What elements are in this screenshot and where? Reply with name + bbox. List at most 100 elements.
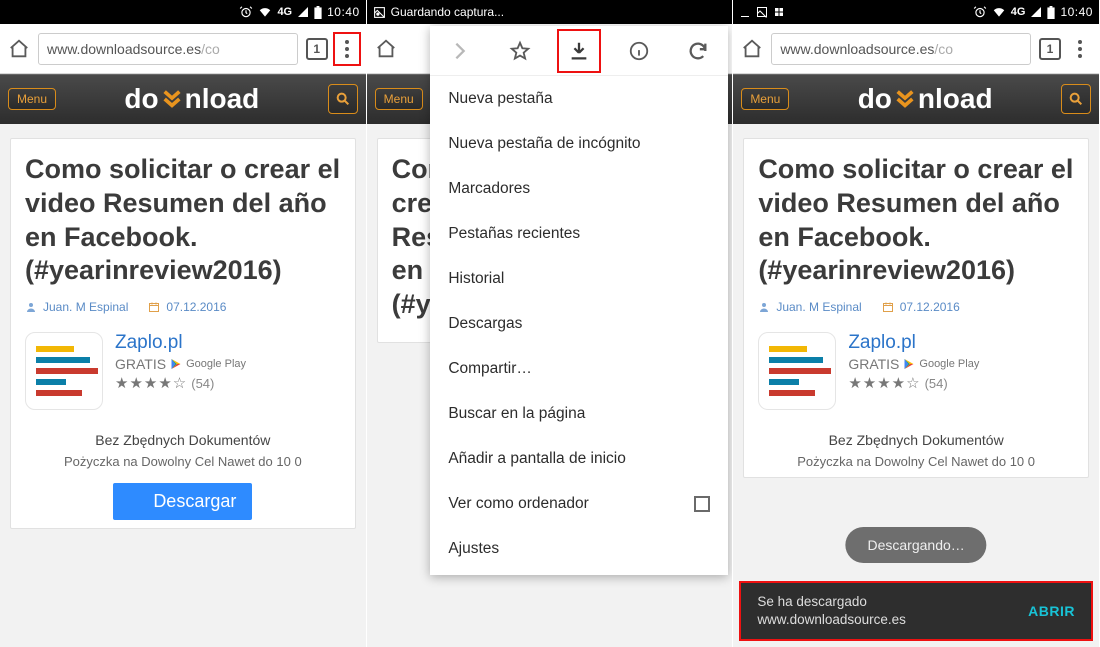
ad-title: Zaplo.pl [115, 332, 246, 354]
snackbar-text: Se ha descargado www.downloadsource.es [757, 593, 906, 629]
image-notif-icon [756, 6, 768, 18]
ad-tagline-2: Pożyczka na Dowolny Cel Nawet do 10 0 [758, 454, 1074, 469]
wifi-icon [258, 5, 272, 19]
tab-switcher[interactable]: 1 [306, 38, 328, 60]
google-play-icon [903, 358, 915, 370]
download-notif-icon [739, 6, 751, 18]
tab-switcher[interactable]: 1 [1039, 38, 1061, 60]
android-statusbar: 4G 10:40 [0, 0, 366, 24]
article-card: Como solicitar o crear el video Resumen … [10, 138, 356, 529]
network-type: 4G [277, 6, 292, 18]
status-caption: Guardando captura... [391, 5, 504, 19]
article-date: 07.12.2016 [166, 300, 226, 314]
home-icon[interactable] [375, 38, 397, 60]
home-icon[interactable] [8, 38, 30, 60]
article-card: Como solicitar o crear el video Resumen … [743, 138, 1089, 478]
article-title: Como solicitar o crear el video Resumen … [25, 153, 341, 288]
menu-history[interactable]: Historial [430, 256, 728, 301]
menu-recent-tabs[interactable]: Pestañas recientes [430, 211, 728, 256]
article-meta: Juan. M Espinal 07.12.2016 [758, 300, 1074, 314]
alarm-icon [239, 5, 253, 19]
signal-icon [1030, 6, 1042, 18]
site-menu-button[interactable]: Menu [741, 88, 789, 110]
home-icon[interactable] [741, 38, 763, 60]
ad-block[interactable]: Zaplo.pl GRATIS Google Play ★★★★☆(54) [25, 328, 341, 414]
ad-title: Zaplo.pl [848, 332, 979, 354]
menu-share[interactable]: Compartir… [430, 346, 728, 391]
checkbox-icon[interactable] [694, 496, 710, 512]
overflow-menu-icon[interactable] [1069, 35, 1091, 63]
chrome-toolbar: www.downloadsource.es/co 1 [733, 24, 1099, 74]
ad-price: GRATIS [848, 356, 899, 372]
ad-tagline-1: Bez Zbędnych Dokumentów [25, 432, 341, 448]
ad-tagline-1: Bez Zbędnych Dokumentów [758, 432, 1074, 448]
page-body: Como solicitar o crear el video Resumen … [0, 124, 366, 543]
forward-icon[interactable] [438, 29, 482, 73]
menu-find-in-page[interactable]: Buscar en la página [430, 391, 728, 436]
site-menu-button[interactable]: Menu [8, 88, 56, 110]
logo-chevron-icon [894, 87, 916, 111]
url-host: www.downloadsource.es [780, 41, 934, 57]
reload-icon[interactable] [676, 29, 720, 73]
chrome-overflow-menu: Nueva pestaña Nueva pestaña de incógnito… [430, 26, 728, 575]
site-header: Menu do nload [733, 74, 1099, 124]
url-path: /co [201, 41, 220, 57]
ad-app-icon [758, 332, 836, 410]
screenshot-3: 4G 10:40 www.downloadsource.es/co 1 Menu… [733, 0, 1100, 647]
ad-tagline-2: Pożyczka na Dowolny Cel Nawet do 10 0 [25, 454, 341, 469]
battery-icon [1047, 6, 1055, 19]
url-bar[interactable]: www.downloadsource.es/co [771, 33, 1031, 65]
url-host: www.downloadsource.es [47, 41, 201, 57]
site-logo[interactable]: do nload [797, 83, 1053, 115]
site-search-button[interactable] [328, 84, 358, 114]
menu-desktop-site[interactable]: Ver como ordenador [430, 481, 728, 526]
ad-store: Google Play [919, 358, 979, 370]
google-play-icon [170, 358, 182, 370]
info-icon[interactable] [617, 29, 661, 73]
downloading-toast: Descargando… [846, 527, 987, 563]
clock: 10:40 [327, 5, 360, 19]
download-icon [129, 494, 145, 510]
battery-icon [314, 6, 322, 19]
menu-bookmarks[interactable]: Marcadores [430, 166, 728, 211]
clock: 10:40 [1060, 5, 1093, 19]
site-logo[interactable]: do nload [64, 83, 320, 115]
misc-notif-icon [773, 6, 785, 18]
screenshot-2: Guardando captura... Menu Como so crear … [367, 0, 734, 647]
ad-rating: ★★★★☆(54) [115, 374, 246, 392]
article-title: Como solicitar o crear el video Resumen … [758, 153, 1074, 288]
overflow-menu-icon[interactable] [336, 35, 358, 63]
calendar-icon [148, 301, 160, 313]
screenshot-1: 4G 10:40 www.downloadsource.es/co 1 Menu… [0, 0, 367, 647]
menu-new-tab[interactable]: Nueva pestaña [430, 76, 728, 121]
author-icon [758, 301, 770, 313]
download-complete-snackbar: Se ha descargado www.downloadsource.es A… [739, 581, 1093, 641]
android-statusbar: 4G 10:40 [733, 0, 1099, 24]
ad-app-icon [25, 332, 103, 410]
menu-icon-row [430, 26, 728, 76]
article-author: Juan. M Espinal [776, 300, 861, 314]
article-author: Juan. M Espinal [43, 300, 128, 314]
download-page-icon[interactable] [557, 29, 601, 73]
ad-download-button[interactable]: Descargar [113, 483, 252, 520]
article-date: 07.12.2016 [900, 300, 960, 314]
ad-price: GRATIS [115, 356, 166, 372]
logo-chevron-icon [161, 87, 183, 111]
android-statusbar: Guardando captura... [367, 0, 733, 24]
bookmark-star-icon[interactable] [498, 29, 542, 73]
site-header: Menu do nload [0, 74, 366, 124]
menu-settings[interactable]: Ajustes [430, 526, 728, 571]
menu-add-to-home[interactable]: Añadir a pantalla de inicio [430, 436, 728, 481]
snackbar-open-button[interactable]: ABRIR [1028, 603, 1075, 619]
wifi-icon [992, 5, 1006, 19]
ad-block[interactable]: Zaplo.pl GRATIS Google Play ★★★★☆(54) [758, 328, 1074, 414]
menu-downloads[interactable]: Descargas [430, 301, 728, 346]
chrome-toolbar: www.downloadsource.es/co 1 [0, 24, 366, 74]
site-menu-button[interactable]: Menu [375, 88, 423, 110]
url-bar[interactable]: www.downloadsource.es/co [38, 33, 298, 65]
calendar-icon [882, 301, 894, 313]
menu-incognito-tab[interactable]: Nueva pestaña de incógnito [430, 121, 728, 166]
url-path: /co [934, 41, 953, 57]
site-search-button[interactable] [1061, 84, 1091, 114]
save-icon [373, 6, 386, 19]
